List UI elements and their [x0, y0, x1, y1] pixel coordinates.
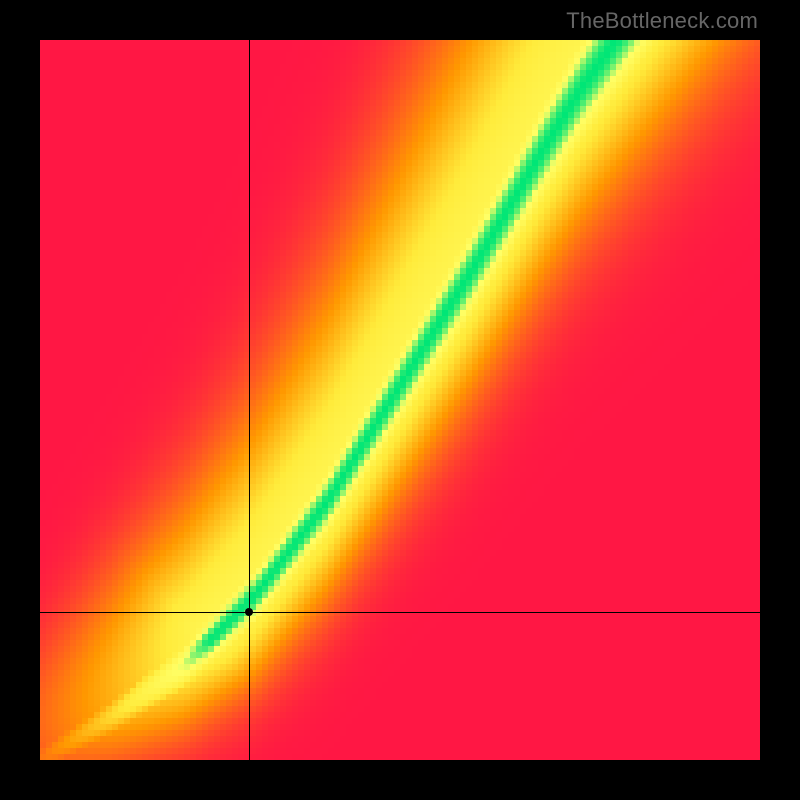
crosshair-vertical [249, 40, 250, 760]
heatmap-canvas [40, 40, 760, 760]
crosshair-horizontal [40, 612, 760, 613]
plot-area [40, 40, 760, 760]
watermark-text: TheBottleneck.com [566, 8, 758, 34]
chart-frame: TheBottleneck.com [0, 0, 800, 800]
marker-dot [245, 608, 253, 616]
